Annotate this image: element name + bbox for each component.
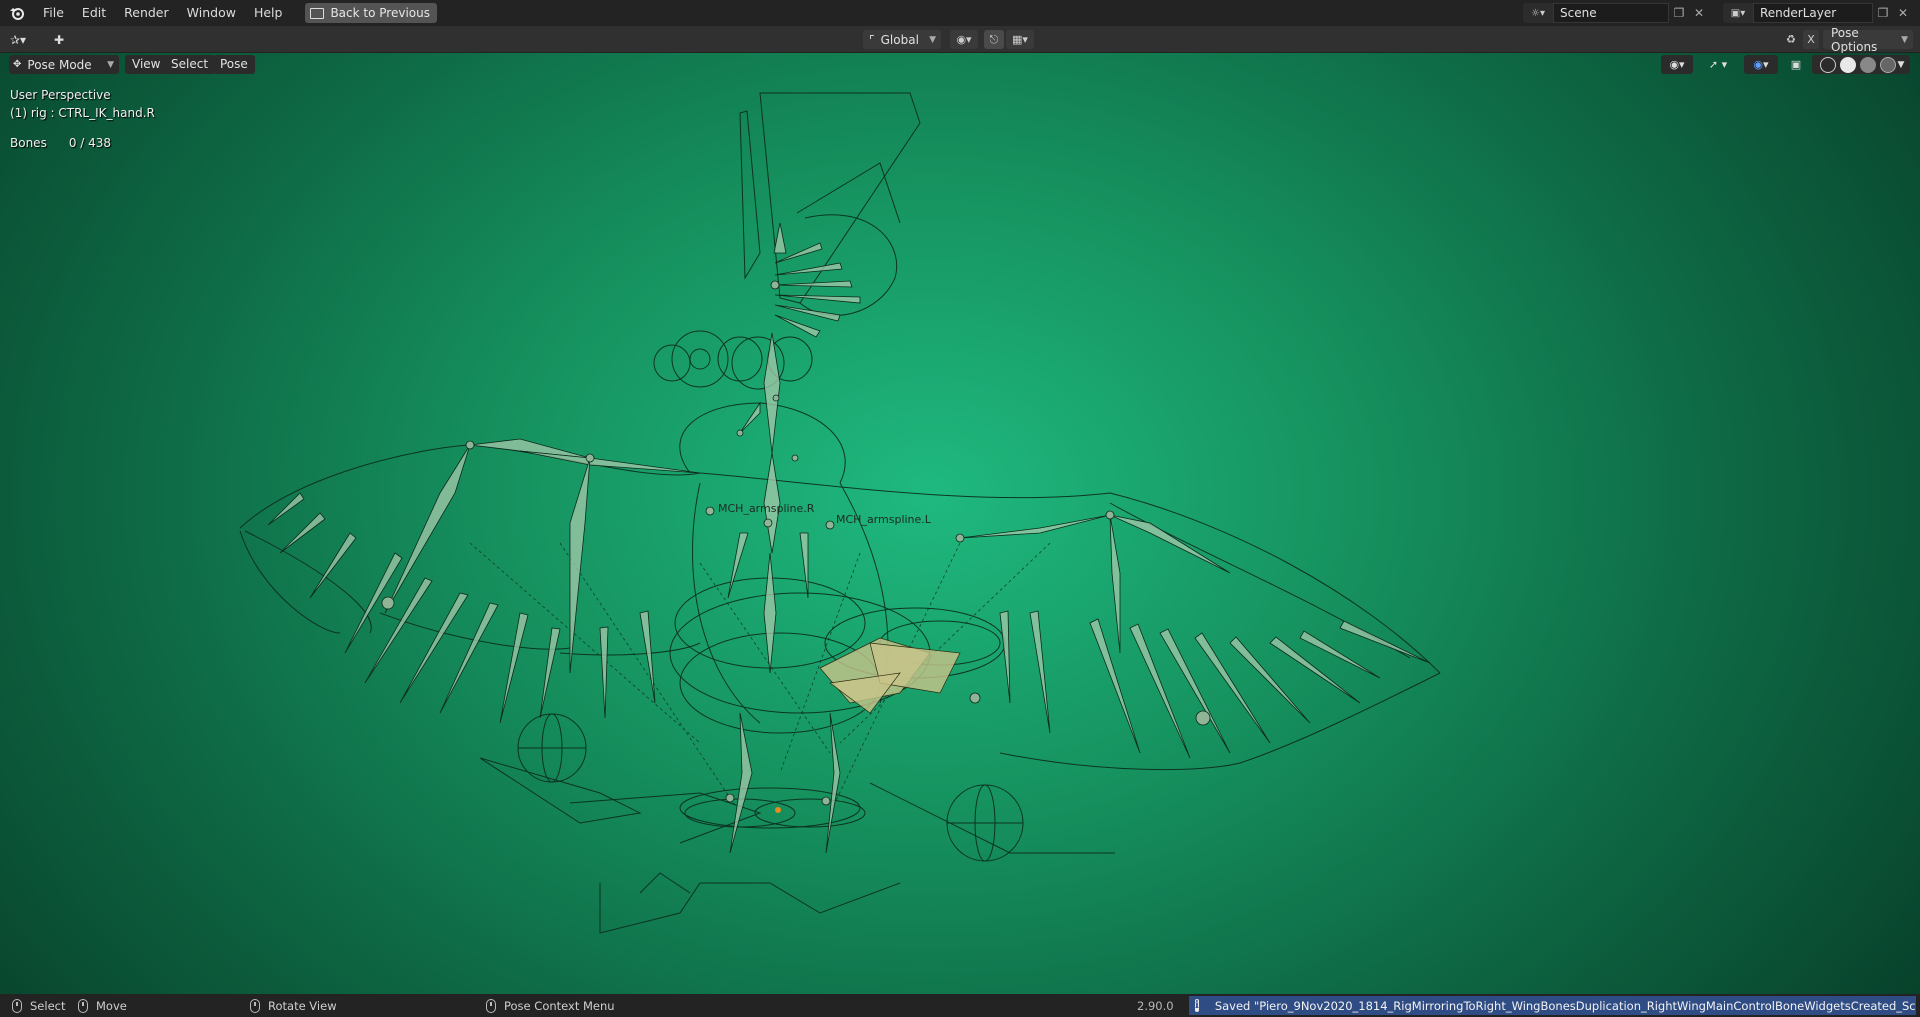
visibility-icon[interactable]: ◉▾ [1661, 55, 1693, 74]
delete-scene-icon[interactable]: ✕ [1689, 3, 1709, 23]
status-select: Select [12, 994, 65, 1017]
bone-label-armspline-l: MCH_armspline.L [836, 513, 932, 526]
orientation-icon: ⌜ [869, 32, 875, 47]
back-to-previous-label: Back to Previous [330, 6, 430, 20]
status-move: Move [78, 994, 127, 1017]
bone-label-armspline-r: MCH_armspline.R [718, 502, 815, 515]
viewport-header: ✥ Pose Mode ▼ View Select Pose ◉▾ ➚ ▾ ◉ ▾… [0, 53, 1920, 76]
menu-view[interactable]: View [125, 55, 168, 74]
new-layer-icon[interactable]: ❐ [1873, 3, 1893, 23]
pose-options-dropdown[interactable]: Pose Options ▼ [1823, 26, 1913, 54]
screen-icon [310, 7, 325, 19]
render-layer-selector: ▣▾ RenderLayer ❐ ✕ [1723, 3, 1913, 23]
menu-file[interactable]: File [34, 0, 73, 26]
blender-logo-icon[interactable] [0, 0, 34, 26]
scene-selector: ☼▾ Scene ❐ ✕ [1523, 3, 1709, 23]
menu-help[interactable]: Help [245, 0, 292, 26]
tool-header: ✰▾ ✚ ⌜ Global ▼ ◉▾ ⎋ ▦▾ ♻ X Pose Options… [0, 26, 1920, 54]
x-mirror-toggle[interactable]: X [1803, 30, 1819, 49]
tool-settings-icon[interactable]: ✰▾ [10, 30, 26, 49]
status-rotate: Rotate View [250, 994, 337, 1017]
bone-joints [381, 280, 1211, 806]
pose-bones[interactable] [267, 222, 1431, 854]
scene-name-field[interactable]: Scene [1553, 3, 1669, 23]
origin-point [775, 807, 781, 813]
selected-bone-cluster[interactable] [819, 637, 961, 714]
info-icon: i [1195, 999, 1199, 1012]
status-context-label: Pose Context Menu [504, 998, 615, 1013]
mode-label: Pose Mode [27, 57, 92, 72]
chevron-down-icon: ▼ [107, 59, 114, 70]
menu-select[interactable]: Select [164, 55, 216, 74]
status-context-menu: Pose Context Menu [486, 994, 615, 1017]
bone-relation-lines [469, 542, 1051, 814]
render-layer-icon[interactable]: ▣▾ [1723, 3, 1753, 23]
version-label: 2.90.0 [1137, 998, 1174, 1013]
status-move-label: Move [96, 998, 127, 1013]
status-rotate-label: Rotate View [268, 998, 337, 1013]
top-menu-bar: File Edit Render Window Help Back to Pre… [0, 0, 1920, 26]
status-select-label: Select [30, 998, 66, 1013]
menu-window[interactable]: Window [178, 0, 245, 26]
snap-icon[interactable]: ⎋ [984, 30, 1004, 49]
gizmo-icon[interactable]: ➚ ▾ [1697, 55, 1739, 74]
bones-count: 0 / 438 [68, 136, 112, 150]
snap-target-icon[interactable]: ▦▾ [1006, 30, 1034, 49]
new-scene-icon[interactable]: ❐ [1669, 3, 1689, 23]
status-bar: Select Move Rotate View Pose Context Men… [0, 994, 1920, 1017]
mirror-icon[interactable]: ♻ [1780, 30, 1802, 49]
wireframe-shading-icon[interactable] [1819, 56, 1836, 73]
scene-icon[interactable]: ☼▾ [1523, 3, 1553, 23]
mouse-right-icon [486, 998, 496, 1013]
orientation-label: Global [880, 32, 919, 47]
bones-stat: Bones 0 / 438 [10, 134, 155, 152]
render-layer-field[interactable]: RenderLayer [1753, 3, 1873, 23]
bones-label: Bones [10, 136, 47, 150]
chevron-down-icon: ▼ [1901, 34, 1908, 45]
perspective-label: User Perspective [10, 88, 111, 102]
mouse-middle-icon [250, 998, 260, 1013]
transform-tool-icon[interactable]: ✚ [54, 30, 64, 49]
chevron-down-icon: ▼ [929, 34, 936, 45]
mouse-drag-icon [78, 998, 88, 1013]
solid-shading-icon[interactable] [1839, 56, 1856, 73]
menu-render[interactable]: Render [115, 0, 178, 26]
viewport-overlay-info: User Perspective (1) rig : CTRL_IK_hand.… [10, 86, 155, 152]
pose-options-label: Pose Options [1831, 25, 1878, 54]
shading-mode-group: ▼ [1812, 55, 1910, 74]
mode-dropdown[interactable]: ✥ Pose Mode ▼ [9, 55, 119, 74]
mouse-left-icon [12, 998, 22, 1013]
rendered-shading-icon[interactable] [1879, 56, 1896, 73]
overlays-icon[interactable]: ◉ ▾ [1744, 55, 1778, 74]
xray-icon[interactable]: ▣ [1788, 55, 1804, 74]
saved-message[interactable]: i Saved "Piero_9Nov2020_1814_RigMirrorin… [1189, 996, 1916, 1015]
pivot-point-icon[interactable]: ◉▾ [950, 30, 978, 49]
pose-mode-icon: ✥ [13, 59, 22, 70]
rig-armature-wireframe[interactable]: MCH_armspline.R MCH_armspline.L [0, 53, 1920, 994]
active-object-label: (1) rig : CTRL_IK_hand.R [10, 106, 155, 120]
saved-message-text: Saved "Piero_9Nov2020_1814_RigMirroringT… [1214, 998, 1916, 1013]
chevron-down-icon[interactable]: ▼ [1898, 60, 1905, 70]
3d-viewport[interactable]: MCH_armspline.R MCH_armspline.L ✥ Pose M… [0, 53, 1920, 994]
menu-pose[interactable]: Pose [213, 55, 255, 74]
transform-orientation-dropdown[interactable]: ⌜ Global ▼ [863, 30, 941, 49]
material-shading-icon[interactable] [1859, 56, 1876, 73]
back-to-previous-button[interactable]: Back to Previous [305, 3, 437, 23]
menu-edit[interactable]: Edit [73, 0, 115, 26]
delete-layer-icon[interactable]: ✕ [1893, 3, 1913, 23]
